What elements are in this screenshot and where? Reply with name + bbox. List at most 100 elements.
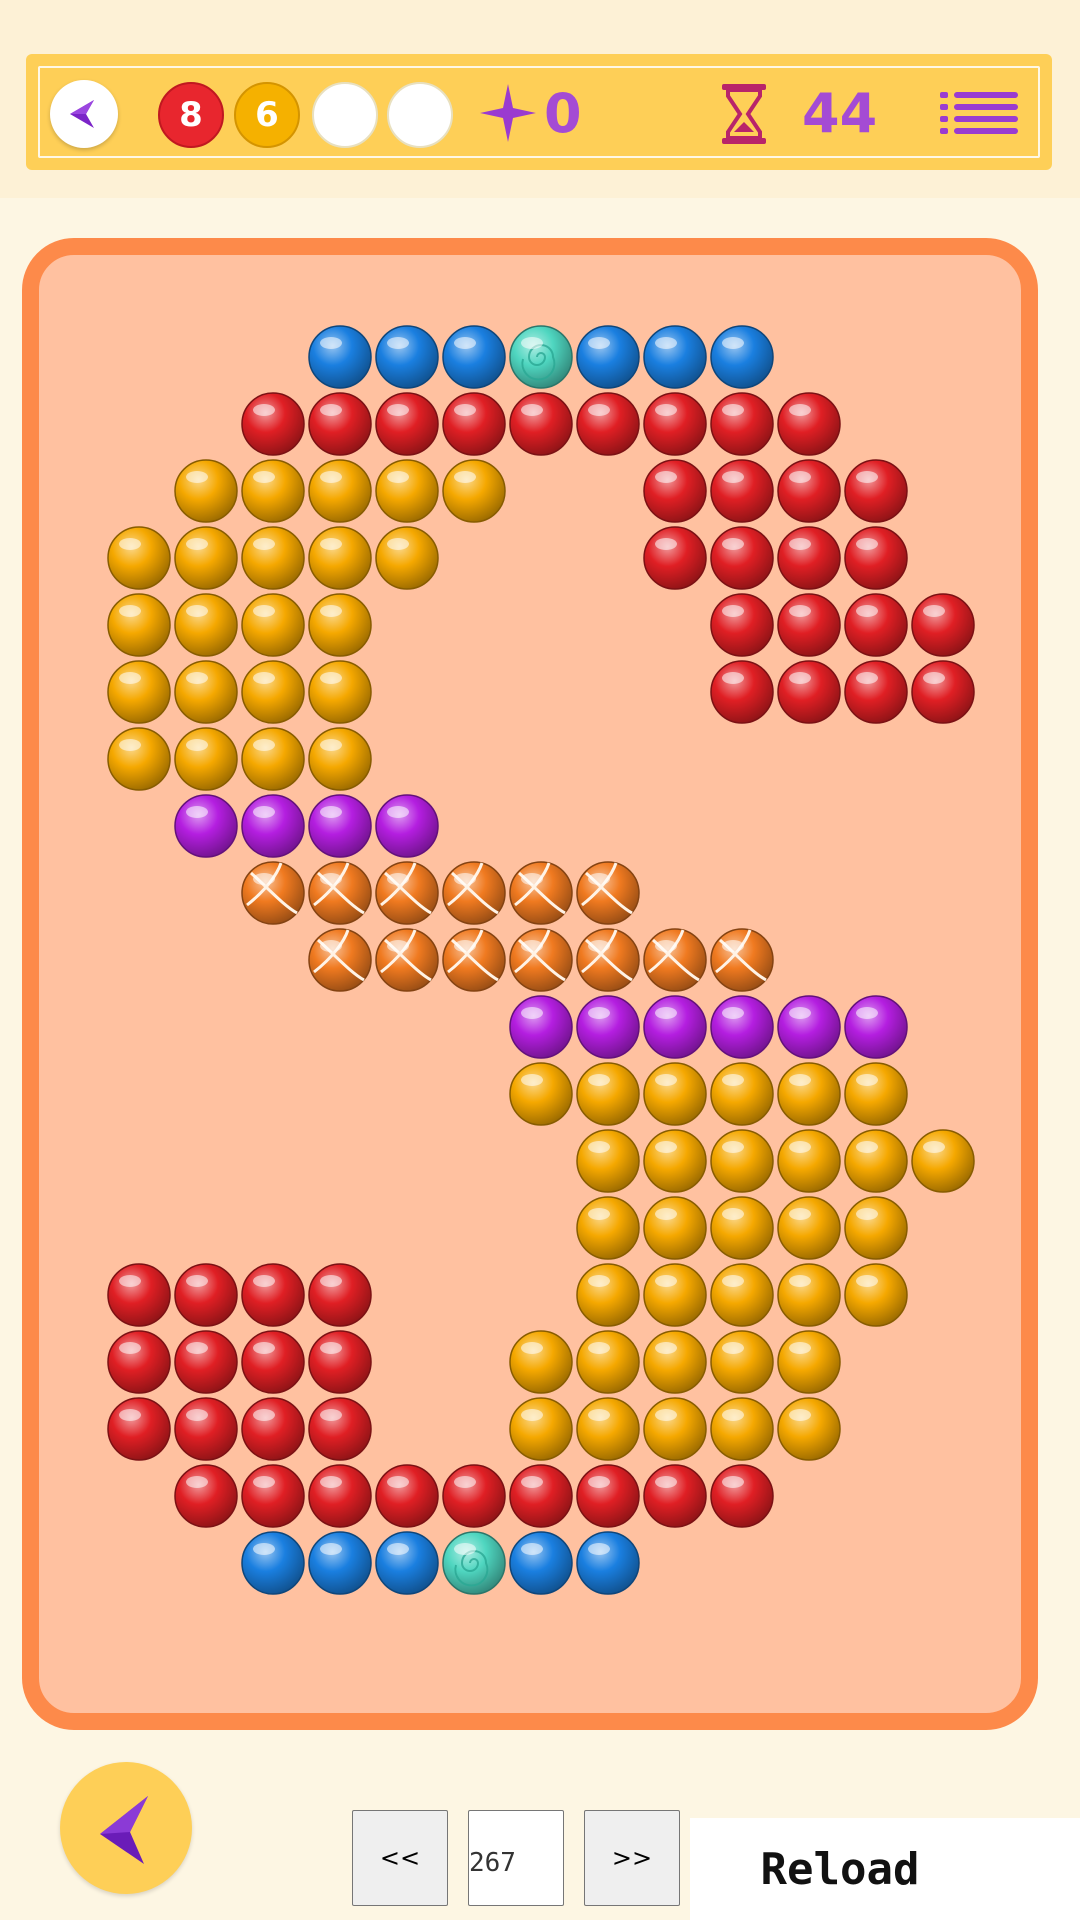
yellow-ball[interactable] <box>643 1129 707 1193</box>
yellow-ball[interactable] <box>576 1062 640 1126</box>
yellow-ball[interactable] <box>308 459 372 523</box>
back-button[interactable] <box>60 1762 192 1894</box>
orange-striped-ball[interactable] <box>509 928 573 992</box>
yellow-ball[interactable] <box>643 1062 707 1126</box>
orange-striped-ball[interactable] <box>241 861 305 925</box>
red-ball[interactable] <box>241 1263 305 1327</box>
red-ball[interactable] <box>509 392 573 456</box>
red-ball[interactable] <box>710 526 774 590</box>
red-ball[interactable] <box>375 392 439 456</box>
red-ball[interactable] <box>174 1464 238 1528</box>
blue-ball[interactable] <box>576 325 640 389</box>
red-ball[interactable] <box>576 392 640 456</box>
yellow-ball[interactable] <box>777 1129 841 1193</box>
purple-ball[interactable] <box>643 995 707 1059</box>
yellow-ball[interactable] <box>174 660 238 724</box>
blue-ball[interactable] <box>576 1531 640 1595</box>
yellow-ball[interactable] <box>308 593 372 657</box>
next-level-button[interactable]: >> <box>584 1810 680 1906</box>
yellow-ball[interactable] <box>308 727 372 791</box>
blue-ball[interactable] <box>308 1531 372 1595</box>
red-ball[interactable] <box>777 593 841 657</box>
red-ball[interactable] <box>107 1397 171 1461</box>
yellow-ball[interactable] <box>844 1263 908 1327</box>
blue-ball[interactable] <box>643 325 707 389</box>
purple-ball[interactable] <box>241 794 305 858</box>
yellow-ball[interactable] <box>442 459 506 523</box>
orange-striped-ball[interactable] <box>643 928 707 992</box>
yellow-ball[interactable] <box>777 1196 841 1260</box>
yellow-ball[interactable] <box>710 1330 774 1394</box>
purple-ball[interactable] <box>710 995 774 1059</box>
purple-ball[interactable] <box>576 995 640 1059</box>
purple-ball[interactable] <box>174 794 238 858</box>
blue-ball[interactable] <box>308 325 372 389</box>
yellow-ball[interactable] <box>710 1062 774 1126</box>
yellow-ball[interactable] <box>844 1129 908 1193</box>
red-ball[interactable] <box>777 526 841 590</box>
red-ball[interactable] <box>710 392 774 456</box>
orange-striped-ball[interactable] <box>576 861 640 925</box>
red-ball[interactable] <box>911 593 975 657</box>
red-ball[interactable] <box>107 1330 171 1394</box>
red-ball[interactable] <box>308 1263 372 1327</box>
teal-marble-ball[interactable] <box>509 325 573 389</box>
red-ball[interactable] <box>911 660 975 724</box>
red-ball[interactable] <box>308 392 372 456</box>
red-ball[interactable] <box>174 1330 238 1394</box>
orange-striped-ball[interactable] <box>710 928 774 992</box>
red-ball[interactable] <box>509 1464 573 1528</box>
yellow-ball[interactable] <box>375 459 439 523</box>
blue-ball[interactable] <box>375 325 439 389</box>
yellow-ball[interactable] <box>107 660 171 724</box>
red-ball[interactable] <box>710 459 774 523</box>
yellow-ball[interactable] <box>777 1330 841 1394</box>
yellow-ball[interactable] <box>308 660 372 724</box>
yellow-ball[interactable] <box>509 1062 573 1126</box>
yellow-ball[interactable] <box>509 1397 573 1461</box>
red-ball[interactable] <box>241 1397 305 1461</box>
yellow-ball[interactable] <box>777 1397 841 1461</box>
blue-ball[interactable] <box>442 325 506 389</box>
red-ball[interactable] <box>710 593 774 657</box>
blue-ball[interactable] <box>375 1531 439 1595</box>
red-ball[interactable] <box>643 526 707 590</box>
yellow-ball[interactable] <box>241 660 305 724</box>
yellow-ball[interactable] <box>576 1129 640 1193</box>
red-ball[interactable] <box>643 1464 707 1528</box>
yellow-ball[interactable] <box>710 1196 774 1260</box>
yellow-ball[interactable] <box>844 1062 908 1126</box>
orange-striped-ball[interactable] <box>509 861 573 925</box>
red-ball[interactable] <box>308 1464 372 1528</box>
purple-ball[interactable] <box>375 794 439 858</box>
reload-button[interactable]: Reload <box>690 1818 990 1920</box>
yellow-ball[interactable] <box>643 1196 707 1260</box>
red-ball[interactable] <box>241 1464 305 1528</box>
red-ball[interactable] <box>107 1263 171 1327</box>
yellow-ball[interactable] <box>710 1263 774 1327</box>
red-ball[interactable] <box>442 392 506 456</box>
yellow-ball[interactable] <box>911 1129 975 1193</box>
yellow-ball[interactable] <box>777 1062 841 1126</box>
purple-ball[interactable] <box>844 995 908 1059</box>
red-ball[interactable] <box>710 660 774 724</box>
orange-striped-ball[interactable] <box>308 861 372 925</box>
yellow-ball[interactable] <box>308 526 372 590</box>
red-ball[interactable] <box>643 392 707 456</box>
blue-ball[interactable] <box>710 325 774 389</box>
yellow-ball[interactable] <box>174 526 238 590</box>
orange-striped-ball[interactable] <box>442 861 506 925</box>
yellow-ball[interactable] <box>576 1330 640 1394</box>
red-ball[interactable] <box>241 392 305 456</box>
yellow-ball[interactable] <box>375 526 439 590</box>
yellow-ball[interactable] <box>576 1196 640 1260</box>
yellow-ball[interactable] <box>174 593 238 657</box>
yellow-ball[interactable] <box>576 1263 640 1327</box>
red-ball[interactable] <box>844 526 908 590</box>
yellow-ball[interactable] <box>844 1196 908 1260</box>
yellow-ball[interactable] <box>241 593 305 657</box>
yellow-ball[interactable] <box>643 1263 707 1327</box>
purple-ball[interactable] <box>308 794 372 858</box>
orange-striped-ball[interactable] <box>442 928 506 992</box>
orange-striped-ball[interactable] <box>576 928 640 992</box>
